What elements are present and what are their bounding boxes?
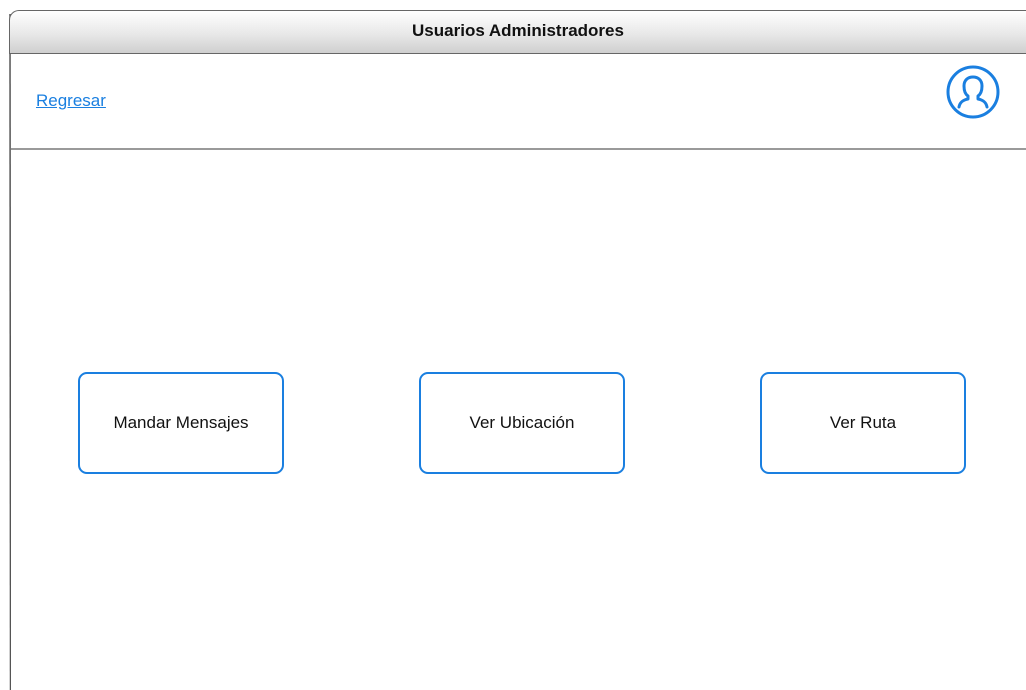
- header-bar: Regresar: [11, 54, 1026, 150]
- send-messages-button[interactable]: Mandar Mensajes: [78, 372, 284, 474]
- title-bar: Usuarios Administradores: [9, 10, 1026, 54]
- back-link[interactable]: Regresar: [36, 91, 106, 111]
- view-route-button[interactable]: Ver Ruta: [760, 372, 966, 474]
- window-title: Usuarios Administradores: [412, 21, 624, 40]
- user-profile-icon[interactable]: [946, 65, 1000, 119]
- app-window: Usuarios Administradores Regresar Mandar…: [0, 0, 1026, 690]
- view-location-button[interactable]: Ver Ubicación: [419, 372, 625, 474]
- avatar-graphic: [946, 65, 1000, 119]
